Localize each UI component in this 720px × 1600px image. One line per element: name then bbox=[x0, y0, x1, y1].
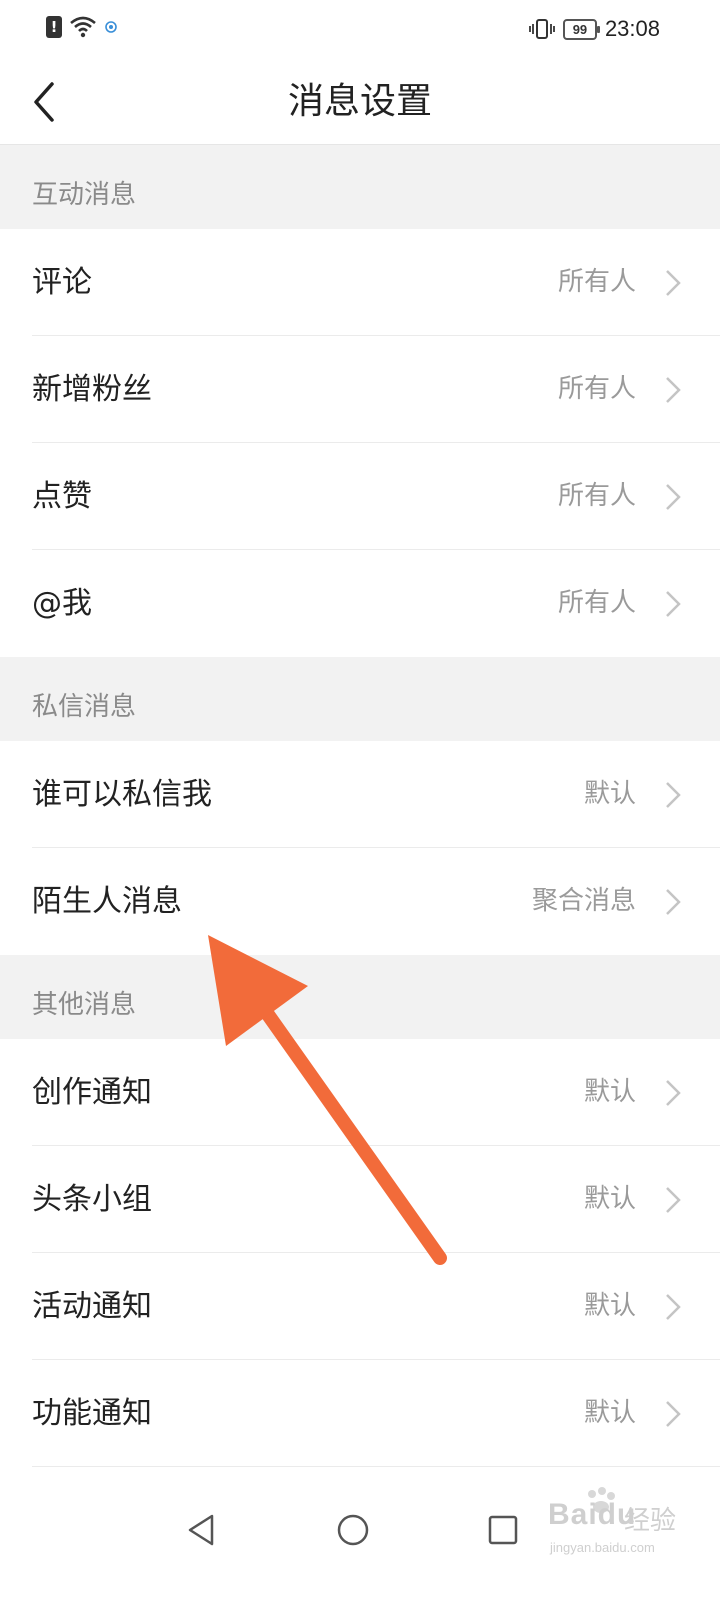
chevron-right-icon bbox=[666, 1080, 681, 1106]
row-label: 点赞 bbox=[32, 479, 92, 514]
row-value: 所有人 bbox=[557, 588, 636, 618]
chevron-right-icon bbox=[666, 889, 681, 915]
wifi-icon bbox=[70, 16, 96, 38]
battery-icon: 99 bbox=[562, 18, 600, 40]
chevron-right-icon bbox=[666, 782, 681, 808]
home-circle-icon[interactable] bbox=[331, 1508, 375, 1552]
row-value: 所有人 bbox=[557, 374, 636, 404]
watermark-suffix: 经验 bbox=[624, 1506, 677, 1536]
settings-row-stranger-messages[interactable]: 陌生人消息 聚合消息 bbox=[0, 848, 720, 955]
section-header-interaction: 互动消息 bbox=[0, 145, 720, 229]
page-title: 消息设置 bbox=[287, 81, 432, 122]
chevron-right-icon bbox=[666, 1187, 681, 1213]
row-value: 所有人 bbox=[557, 267, 636, 297]
chevron-right-icon bbox=[666, 377, 681, 403]
row-value: 默认 bbox=[583, 1077, 636, 1107]
settings-row-creation-notice[interactable]: 创作通知 默认 bbox=[0, 1039, 720, 1146]
settings-row-activity-notice[interactable]: 活动通知 默认 bbox=[0, 1253, 720, 1360]
row-label: 陌生人消息 bbox=[32, 884, 182, 919]
baidu-watermark: Baidu 经验 jingyan.baidu.com bbox=[540, 1487, 700, 1572]
settings-row-mentions[interactable]: @我 所有人 bbox=[0, 550, 720, 657]
divider bbox=[32, 1466, 720, 1467]
row-label: 新增粉丝 bbox=[32, 372, 152, 407]
row-label: 谁可以私信我 bbox=[32, 777, 212, 812]
status-bar: ! 99 23:08 bbox=[0, 0, 720, 60]
status-left: ! bbox=[46, 16, 118, 38]
section-title: 私信消息 bbox=[32, 692, 137, 722]
section-title: 其他消息 bbox=[32, 990, 137, 1020]
clock: 23:08 bbox=[604, 16, 660, 41]
settings-row-new-followers[interactable]: 新增粉丝 所有人 bbox=[0, 336, 720, 443]
row-label: @我 bbox=[32, 586, 92, 621]
row-value: 默认 bbox=[583, 1184, 636, 1214]
alert-icon: ! bbox=[46, 16, 62, 38]
row-label: 评论 bbox=[32, 265, 92, 300]
settings-row-comments[interactable]: 评论 所有人 bbox=[0, 229, 720, 336]
header: 消息设置 bbox=[0, 60, 720, 145]
section-header-private-messages: 私信消息 bbox=[0, 657, 720, 741]
settings-row-who-can-message[interactable]: 谁可以私信我 默认 bbox=[0, 741, 720, 848]
chevron-right-icon bbox=[666, 270, 681, 296]
recents-square-icon[interactable] bbox=[481, 1508, 525, 1552]
row-label: 头条小组 bbox=[32, 1182, 152, 1217]
row-value: 默认 bbox=[583, 1398, 636, 1428]
settings-list: 互动消息 评论 所有人 新增粉丝 所有人 点赞 所有人 @我 所有人 私信消息 … bbox=[0, 145, 720, 1467]
row-value: 默认 bbox=[583, 779, 636, 809]
row-value: 默认 bbox=[583, 1291, 636, 1321]
chevron-right-icon bbox=[666, 591, 681, 617]
chevron-right-icon bbox=[666, 1294, 681, 1320]
back-triangle-icon[interactable] bbox=[180, 1508, 224, 1552]
row-label: 创作通知 bbox=[32, 1075, 152, 1110]
watermark-url: jingyan.baidu.com bbox=[550, 1540, 655, 1555]
chevron-right-icon bbox=[666, 1401, 681, 1427]
row-label: 功能通知 bbox=[32, 1396, 152, 1431]
settings-row-feature-notice[interactable]: 功能通知 默认 bbox=[0, 1360, 720, 1467]
section-header-other-messages: 其他消息 bbox=[0, 955, 720, 1039]
row-value: 所有人 bbox=[557, 481, 636, 511]
status-right: 99 23:08 bbox=[529, 16, 660, 42]
row-label: 活动通知 bbox=[32, 1289, 152, 1324]
vibrate-icon bbox=[529, 19, 555, 39]
chevron-right-icon bbox=[666, 484, 681, 510]
section-title: 互动消息 bbox=[32, 180, 137, 210]
row-value: 聚合消息 bbox=[531, 886, 636, 916]
settings-row-groups[interactable]: 头条小组 默认 bbox=[0, 1146, 720, 1253]
notification-icon bbox=[105, 21, 117, 33]
settings-row-likes[interactable]: 点赞 所有人 bbox=[0, 443, 720, 550]
